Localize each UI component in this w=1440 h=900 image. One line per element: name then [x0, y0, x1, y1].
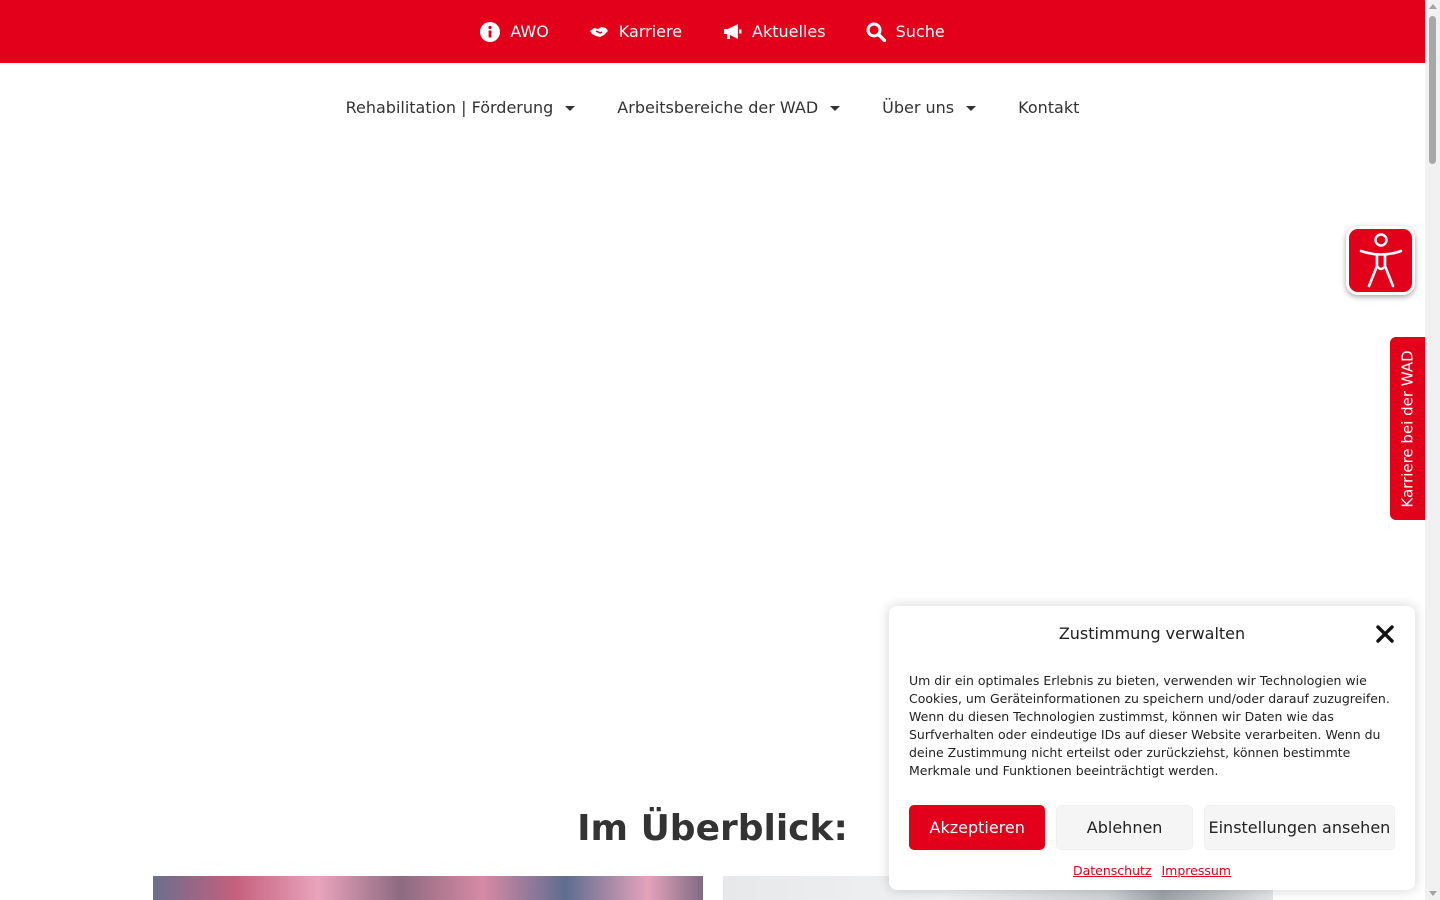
deny-button[interactable]: Ablehnen — [1056, 805, 1193, 850]
nav-item-arbeitsbereiche[interactable]: Arbeitsbereiche der WAD — [617, 97, 841, 117]
nav-item-kontakt[interactable]: Kontakt — [1018, 98, 1079, 117]
consent-links: Datenschutz Impressum — [909, 863, 1395, 878]
scroll-down-arrow[interactable] — [1429, 891, 1437, 896]
career-side-tab[interactable]: Karriere bei der WAD — [1390, 337, 1425, 520]
caret-down-icon — [565, 106, 576, 111]
topbar-item-label: AWO — [510, 22, 549, 41]
nav-item-label: Arbeitsbereiche der WAD — [617, 97, 819, 117]
consent-dialog: Zustimmung verwalten Um dir ein optimale… — [889, 606, 1415, 890]
imprint-link[interactable]: Impressum — [1162, 863, 1231, 878]
caret-down-icon — [830, 106, 841, 111]
view-settings-button[interactable]: Einstellungen ansehen — [1203, 805, 1395, 850]
search-icon — [866, 22, 886, 42]
page-scrollbar[interactable] — [1425, 0, 1440, 900]
scrollbar-thumb[interactable] — [1429, 16, 1436, 164]
accessibility-person-icon — [1359, 232, 1402, 287]
privacy-link[interactable]: Datenschutz — [1073, 863, 1152, 878]
topbar-item-label: Suche — [895, 22, 945, 41]
top-bar: AWO Karriere Aktuelles Suche — [0, 0, 1425, 63]
handshake-icon — [589, 26, 608, 37]
nav-item-label: Kontakt — [1018, 97, 1080, 117]
consent-title: Zustimmung verwalten — [1058, 624, 1246, 643]
megaphone-icon — [724, 23, 742, 39]
nav-item-label: Rehabilitation | Förderung — [345, 97, 554, 117]
caret-down-icon — [966, 106, 977, 111]
topbar-item-aktuelles[interactable]: Aktuelles — [722, 22, 826, 42]
topbar-item-karriere[interactable]: Karriere — [589, 22, 682, 42]
close-button[interactable] — [1375, 624, 1395, 644]
topbar-item-suche[interactable]: Suche — [866, 22, 945, 42]
topbar-item-label: Aktuelles — [752, 22, 826, 41]
topbar-item-label: Karriere — [618, 22, 683, 41]
consent-text: Um dir ein optimales Erlebnis zu bieten,… — [909, 673, 1390, 778]
close-icon — [1376, 625, 1394, 643]
nav-item-label: Über uns — [882, 97, 955, 117]
consent-buttons: Akzeptieren Ablehnen Einstellungen anseh… — [909, 805, 1395, 850]
nav-item-rehabilitation[interactable]: Rehabilitation | Förderung — [346, 98, 576, 117]
accessibility-button[interactable] — [1346, 226, 1415, 295]
scroll-up-arrow[interactable] — [1429, 4, 1437, 9]
preview-image-blossoms[interactable] — [153, 876, 703, 900]
accept-button[interactable]: Akzeptieren — [909, 805, 1046, 850]
topbar-item-awo[interactable]: AWO — [480, 21, 549, 42]
main-navigation: Rehabilitation | Förderung Arbeitsbereic… — [0, 63, 1425, 153]
nav-item-ueber-uns[interactable]: Über uns — [882, 97, 977, 117]
career-tab-label: Karriere bei der WAD — [1398, 349, 1417, 508]
info-circle-icon — [480, 21, 501, 42]
